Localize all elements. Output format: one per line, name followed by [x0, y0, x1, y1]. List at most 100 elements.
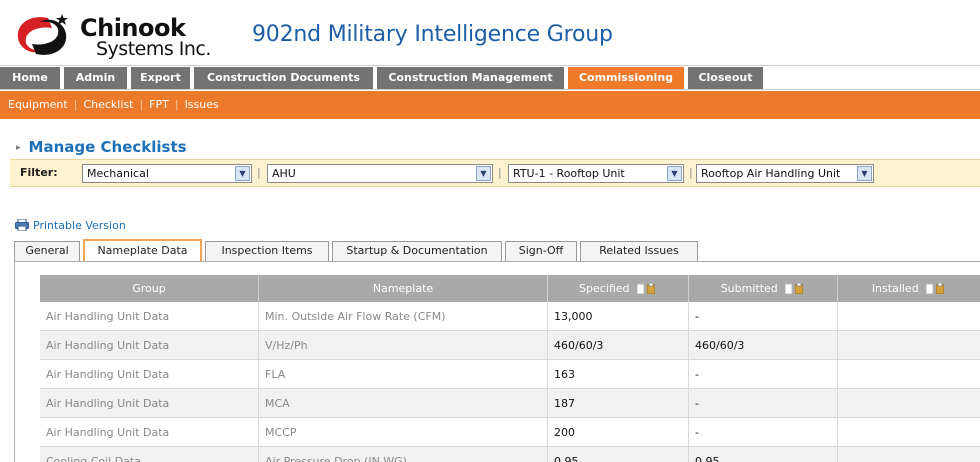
copy-icon[interactable] [785, 283, 793, 294]
nav-tab-admin[interactable]: Admin [64, 67, 127, 89]
dropdown-arrow-icon: ▼ [235, 166, 250, 181]
page-title: Manage Checklists [28, 138, 187, 156]
cell-submitted[interactable]: - [689, 418, 838, 447]
cell-group: Cooling Coil Data [40, 447, 259, 462]
subnav-separator: | [73, 98, 78, 111]
checklist-type-select-value: Rooftop Air Handling Unit [701, 167, 841, 180]
column-header-nameplate[interactable]: Nameplate [259, 275, 548, 302]
nav-tab-construction-management[interactable]: Construction Management [377, 67, 564, 89]
cell-specified[interactable]: 187 [548, 389, 689, 418]
cell-installed[interactable] [838, 447, 980, 462]
chinook-logo-icon [17, 14, 68, 55]
printer-icon [15, 219, 29, 231]
table-row[interactable]: Air Handling Unit Data MCCP 200 - [40, 418, 980, 447]
filter-separator: | [689, 166, 693, 179]
tab-general[interactable]: General [14, 241, 80, 261]
column-header-specified-label: Specified [578, 282, 630, 295]
cell-submitted[interactable]: 460/60/3 [689, 331, 838, 360]
discipline-select-value: Mechanical [87, 167, 149, 180]
page-heading: ▸ Manage Checklists [16, 138, 187, 156]
table-row[interactable]: Cooling Coil Data Air Pressure Drop (IN … [40, 447, 980, 462]
system-select[interactable]: AHU ▼ [267, 164, 493, 183]
column-header-group[interactable]: Group [40, 275, 259, 302]
cell-nameplate: MCA [259, 389, 548, 418]
tab-related-issues[interactable]: Related Issues [580, 241, 698, 261]
cell-nameplate: MCCP [259, 418, 548, 447]
nav-tab-construction-documents[interactable]: Construction Documents [194, 67, 373, 89]
cell-submitted[interactable]: - [689, 360, 838, 389]
tab-nameplate-data[interactable]: Nameplate Data [83, 239, 202, 261]
subnav-fpt[interactable]: FPT [149, 98, 169, 111]
nav-tab-commissioning[interactable]: Commissioning [568, 67, 684, 89]
cell-group: Air Handling Unit Data [40, 302, 259, 331]
equipment-select[interactable]: RTU-1 - Rooftop Unit ▼ [508, 164, 684, 183]
bullet-icon: ▸ [16, 143, 21, 153]
cell-installed[interactable] [838, 302, 980, 331]
tab-startup-documentation[interactable]: Startup & Documentation [332, 241, 502, 261]
cell-installed[interactable] [838, 418, 980, 447]
cell-group: Air Handling Unit Data [40, 418, 259, 447]
logo-subname: Systems Inc. [96, 38, 211, 60]
column-header-submitted[interactable]: Submitted [689, 275, 838, 302]
cell-nameplate: Air Pressure Drop (IN WG) [259, 447, 548, 462]
copy-icon[interactable] [637, 283, 645, 294]
cell-nameplate: Min. Outside Air Flow Rate (CFM) [259, 302, 548, 331]
subnav-issues[interactable]: Issues [185, 98, 219, 111]
copy-icon[interactable] [926, 283, 934, 294]
printable-version-link[interactable]: Printable Version [15, 219, 126, 232]
column-header-installed-label: Installed [871, 282, 919, 295]
cell-installed[interactable] [838, 389, 980, 418]
cell-specified[interactable]: 0.95 [548, 447, 689, 462]
subnav-equipment[interactable]: Equipment [8, 98, 68, 111]
cell-submitted[interactable]: 0.95 [689, 447, 838, 462]
filter-label: Filter: [20, 166, 58, 179]
paste-icon[interactable] [647, 283, 655, 294]
tab-inspection-items[interactable]: Inspection Items [205, 241, 329, 261]
header: Chinook Systems Inc. 902nd Military Inte… [0, 0, 980, 64]
table-row[interactable]: Air Handling Unit Data MCA 187 - [40, 389, 980, 418]
cell-nameplate: V/Hz/Ph [259, 331, 548, 360]
system-select-value: AHU [272, 167, 296, 180]
top-nav: Home Admin Export Construction Documents… [0, 65, 980, 90]
cell-group: Air Handling Unit Data [40, 331, 259, 360]
cell-submitted[interactable]: - [689, 302, 838, 331]
subnav-separator: | [174, 98, 179, 111]
cell-specified[interactable]: 163 [548, 360, 689, 389]
cell-group: Air Handling Unit Data [40, 360, 259, 389]
dropdown-arrow-icon: ▼ [476, 166, 491, 181]
subnav-separator: | [139, 98, 144, 111]
cell-group: Air Handling Unit Data [40, 389, 259, 418]
dropdown-arrow-icon: ▼ [667, 166, 682, 181]
cell-submitted[interactable]: - [689, 389, 838, 418]
nav-tab-closeout[interactable]: Closeout [688, 67, 763, 89]
column-header-specified[interactable]: Specified [548, 275, 689, 302]
subnav-checklist[interactable]: Checklist [83, 98, 133, 111]
cell-specified[interactable]: 13,000 [548, 302, 689, 331]
sub-nav: Equipment | Checklist | FPT | Issues [0, 91, 980, 119]
filter-bar: Filter: Mechanical ▼ | AHU ▼ | RTU-1 - R… [10, 159, 980, 187]
company-logo[interactable]: Chinook Systems Inc. [14, 6, 234, 62]
tab-sign-off[interactable]: Sign-Off [505, 241, 577, 261]
column-header-submitted-label: Submitted [720, 282, 778, 295]
site-title: 902nd Military Intelligence Group [252, 22, 613, 47]
equipment-select-value: RTU-1 - Rooftop Unit [513, 167, 625, 180]
table-row[interactable]: Air Handling Unit Data FLA 163 - [40, 360, 980, 389]
nav-tab-export[interactable]: Export [131, 67, 190, 89]
table-row[interactable]: Air Handling Unit Data Min. Outside Air … [40, 302, 980, 331]
column-header-installed[interactable]: Installed [838, 275, 980, 302]
filter-separator: | [498, 166, 502, 179]
cell-installed[interactable] [838, 331, 980, 360]
filter-separator: | [257, 166, 261, 179]
cell-nameplate: FLA [259, 360, 548, 389]
nav-tab-home[interactable]: Home [0, 67, 60, 89]
dropdown-arrow-icon: ▼ [857, 166, 872, 181]
discipline-select[interactable]: Mechanical ▼ [82, 164, 252, 183]
printable-version-label: Printable Version [33, 219, 126, 232]
checklist-type-select[interactable]: Rooftop Air Handling Unit ▼ [696, 164, 874, 183]
paste-icon[interactable] [936, 283, 945, 294]
table-row[interactable]: Air Handling Unit Data V/Hz/Ph 460/60/3 … [40, 331, 980, 360]
cell-installed[interactable] [838, 360, 980, 389]
cell-specified[interactable]: 200 [548, 418, 689, 447]
cell-specified[interactable]: 460/60/3 [548, 331, 689, 360]
paste-icon[interactable] [795, 283, 804, 294]
